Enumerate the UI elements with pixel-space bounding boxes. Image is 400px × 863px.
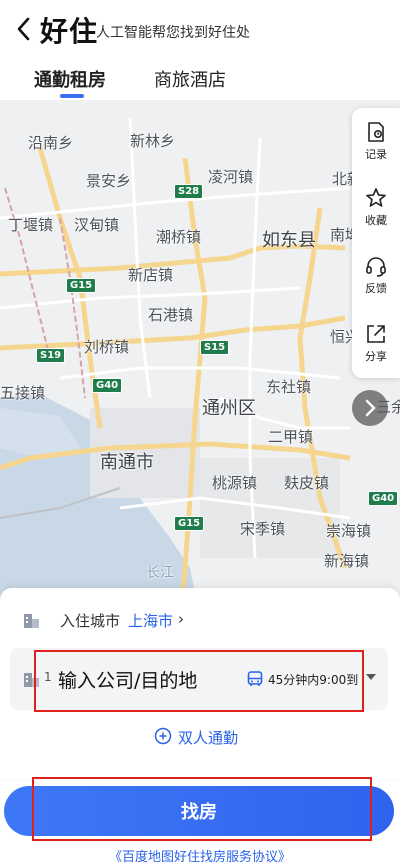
tab-business-hotel[interactable]: 商旅酒店: [154, 66, 226, 92]
road-shield: S15: [200, 340, 230, 355]
map-label: 丁堰镇: [8, 216, 54, 234]
back-icon[interactable]: [12, 14, 36, 44]
map-label: 新林乡: [130, 132, 176, 150]
commute-time-text: 45分钟内9:00到: [268, 673, 359, 687]
city-label: 入住城市: [60, 612, 121, 630]
header: 好住 人工智能帮您找到好住处 通勤租房 商旅酒店: [0, 0, 400, 100]
record-label: 记录: [365, 148, 387, 161]
road-shield: S28: [174, 184, 204, 199]
map-label: 刘桥镇: [84, 338, 130, 356]
map-label: 五接镇: [0, 384, 46, 402]
favorite-label: 收藏: [365, 214, 387, 227]
building-icon: [24, 614, 39, 628]
map-view[interactable]: S28 G15 S15 S19 G40 G40 G15 沿南乡 新林乡 景安乡 …: [0, 98, 400, 618]
service-agreement-link[interactable]: 《百度地图好住找房服务协议》: [0, 846, 400, 863]
record-button[interactable]: 记录: [352, 112, 400, 172]
map-label: 桃源镇: [212, 474, 258, 492]
feedback-button[interactable]: 反馈: [352, 246, 400, 306]
dropdown-icon[interactable]: [366, 674, 376, 680]
find-house-button[interactable]: 找房: [4, 786, 394, 836]
map-label: 凌河镇: [208, 168, 254, 186]
road-shield: G40: [368, 491, 399, 506]
search-panel: 入住城市 上海市 › 1 输入公司/目的地 45分钟内9:00到 双人通勤: [0, 588, 400, 778]
share-button[interactable]: 分享: [352, 314, 400, 374]
road-shield: G15: [174, 516, 205, 531]
chevron-right-icon: [365, 399, 376, 417]
double-commute-label: 双人通勤: [178, 729, 239, 747]
find-house-label: 找房: [181, 802, 217, 823]
headset-icon: [366, 257, 386, 277]
map-label: 潮桥镇: [156, 228, 202, 246]
side-toolbar: 记录 收藏 反馈 分享: [352, 108, 400, 378]
road-shield: G15: [66, 278, 97, 293]
map-label: 南通市: [100, 452, 154, 473]
destination-input[interactable]: 1 输入公司/目的地 45分钟内9:00到: [10, 648, 388, 710]
bus-icon: [247, 671, 263, 686]
road-shield: S19: [36, 348, 66, 363]
record-icon: [368, 122, 384, 142]
map-label: 新店镇: [128, 266, 174, 284]
tab-commute-rental[interactable]: 通勤租房: [34, 66, 106, 92]
page-title: 好住: [40, 15, 99, 48]
expand-arrow-button[interactable]: [352, 390, 388, 426]
map-label: 景安乡: [86, 172, 132, 190]
map-label: 麸皮镇: [284, 474, 330, 492]
map-label: 二甲镇: [268, 428, 314, 446]
city-value: 上海市: [128, 612, 174, 630]
map-label: 通州区: [202, 398, 256, 419]
map-label: 长江: [146, 565, 174, 581]
share-label: 分享: [365, 350, 387, 363]
building-icon: [24, 673, 39, 687]
tab-bar: 通勤租房 商旅酒店: [0, 62, 400, 98]
page-subtitle: 人工智能帮您找到好住处: [96, 25, 250, 41]
tab-indicator: [60, 94, 84, 98]
map-label: 宋季镇: [240, 520, 286, 538]
feedback-label: 反馈: [365, 282, 387, 295]
favorite-button[interactable]: 收藏: [352, 178, 400, 238]
star-icon: [366, 188, 386, 207]
map-label: 如东县: [262, 230, 316, 251]
chevron-right-icon: ›: [178, 610, 184, 628]
map-label: 东社镇: [266, 378, 312, 396]
map-label: 石港镇: [148, 306, 194, 324]
share-icon: [367, 325, 385, 343]
map-label: 崇海镇: [326, 522, 372, 540]
input-index: 1: [44, 670, 52, 684]
map-label: 新海镇: [324, 552, 370, 570]
add-circle-icon: [154, 727, 172, 745]
destination-placeholder[interactable]: 输入公司/目的地: [58, 666, 197, 693]
map-label: 汊甸镇: [74, 216, 120, 234]
road-shield: G40: [92, 378, 123, 393]
map-label: 沿南乡: [28, 134, 74, 152]
